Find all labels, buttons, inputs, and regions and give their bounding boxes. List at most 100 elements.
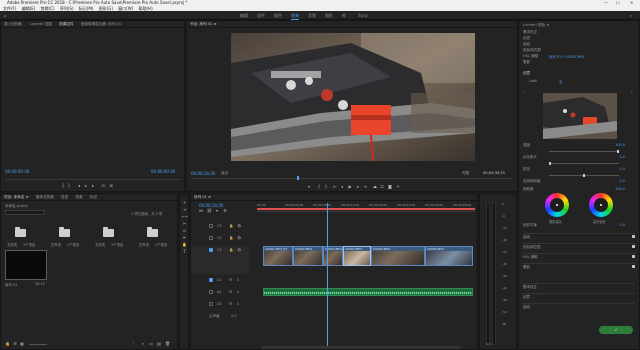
mute-button[interactable]: M bbox=[229, 290, 232, 294]
intensity-slider[interactable] bbox=[549, 150, 619, 153]
source-patch-toggle[interactable] bbox=[209, 278, 213, 282]
list-item[interactable]: 文件夹 1个项目 bbox=[139, 226, 173, 252]
source-patch-toggle[interactable] bbox=[209, 236, 213, 240]
search-icon[interactable]: ⌕ bbox=[630, 13, 632, 18]
home-icon[interactable]: ⌂ bbox=[4, 13, 7, 18]
export-frame-icon[interactable]: ◙ bbox=[388, 185, 392, 189]
new-bin-icon[interactable]: ▭ bbox=[149, 342, 153, 346]
section-enable-checkbox[interactable] bbox=[632, 235, 635, 238]
play-icon[interactable]: ▸ bbox=[84, 184, 88, 188]
mute-button[interactable]: M bbox=[229, 278, 232, 282]
go-to-in-icon[interactable]: ⇤ bbox=[333, 185, 337, 189]
track-label[interactable]: A1 bbox=[217, 278, 222, 282]
video-clip[interactable]: C0003.MP4 bbox=[323, 246, 343, 266]
ripple-edit-tool-icon[interactable]: ⟷ bbox=[182, 214, 188, 219]
workspace-tab-assembly[interactable]: 组件 bbox=[257, 13, 265, 19]
wheel-center-point[interactable] bbox=[600, 204, 602, 206]
selection-tool-icon[interactable]: ➤ bbox=[182, 200, 187, 205]
section-header-curves[interactable]: 曲线 bbox=[523, 233, 635, 239]
look-preview-image[interactable] bbox=[543, 93, 617, 139]
shadow-tint-wheel[interactable] bbox=[545, 193, 569, 217]
clip-name[interactable]: 序列 01 * C0003.MP4 bbox=[549, 54, 584, 59]
lift-icon[interactable]: ⏏ bbox=[373, 185, 377, 189]
icon-view-icon[interactable]: ▦ bbox=[20, 342, 24, 346]
section-header-curves-2[interactable]: 曲线 bbox=[523, 303, 635, 309]
track-area[interactable]: C0001.MP4 [V] C0002.MP4 C0003.MP4 C0004.… bbox=[257, 203, 475, 346]
source-patch-toggle[interactable] bbox=[209, 290, 213, 294]
tab-effect-controls[interactable]: 效果控件 bbox=[59, 22, 73, 27]
track-label[interactable]: A2 bbox=[217, 290, 222, 294]
slider-knob[interactable] bbox=[583, 174, 585, 177]
master-volume[interactable]: 0.0 bbox=[231, 314, 237, 318]
workspace-tab-libraries[interactable]: 库 bbox=[342, 13, 346, 19]
eye-icon[interactable]: 👁 bbox=[237, 248, 241, 252]
timeline-playhead[interactable] bbox=[327, 203, 328, 346]
source-patch-toggle[interactable] bbox=[209, 224, 213, 228]
workspace-tab-audio[interactable]: 音频 bbox=[308, 13, 316, 19]
go-to-out-icon[interactable]: ⇥ bbox=[363, 185, 367, 189]
type-tool-icon[interactable]: T bbox=[182, 249, 187, 254]
play-icon[interactable]: ▶ bbox=[348, 185, 352, 189]
program-scrub-bar[interactable] bbox=[191, 178, 513, 179]
video-clip[interactable]: C0001.MP4 [V] bbox=[263, 246, 293, 266]
list-item[interactable]: 文件夹 1个项目 bbox=[7, 226, 35, 252]
solo-button[interactable]: S bbox=[237, 302, 239, 306]
pen-tool-icon[interactable]: ✒ bbox=[182, 235, 187, 240]
video-clip[interactable]: C0005.MP4 bbox=[371, 246, 425, 266]
add-marker-icon[interactable]: ▾ bbox=[215, 209, 219, 213]
snap-icon[interactable]: ⋈ bbox=[199, 209, 203, 213]
step-back-icon[interactable]: ◂ bbox=[77, 184, 81, 188]
slider-knob[interactable] bbox=[617, 150, 619, 153]
field-value[interactable]: 100.0 bbox=[615, 187, 625, 191]
tab-markers[interactable]: 标记 bbox=[90, 195, 97, 200]
look-dropdown[interactable]: 无 bbox=[559, 79, 562, 84]
workspace-tab-effects[interactable]: 效果 bbox=[291, 13, 299, 20]
clear-icon[interactable]: 🗑 bbox=[165, 342, 170, 346]
step-back-icon[interactable]: ◂ bbox=[340, 185, 344, 189]
field-value[interactable]: 0.0 bbox=[619, 155, 625, 159]
quality-dropdown[interactable]: 完整 bbox=[462, 171, 469, 176]
tab-info[interactable]: 信息 bbox=[61, 195, 68, 200]
section-header-creative-2[interactable]: 创意 bbox=[523, 293, 635, 299]
status-badge[interactable]: ✓ bbox=[599, 326, 633, 334]
track-label[interactable]: A3 bbox=[217, 302, 222, 306]
workspace-tab-graphics[interactable]: 图形 bbox=[325, 13, 333, 19]
extract-icon[interactable]: ⏍ bbox=[380, 185, 384, 189]
video-clip[interactable]: C0004.MP4 bbox=[343, 246, 371, 266]
workspace-tab-sony[interactable]: Sony bbox=[358, 13, 368, 18]
highlight-tint-wheel[interactable] bbox=[589, 193, 613, 217]
list-view-icon[interactable]: ☰ bbox=[13, 342, 17, 346]
mark-out-icon[interactable]: } bbox=[67, 184, 71, 188]
mute-button[interactable]: M bbox=[229, 302, 232, 306]
program-timecode[interactable]: 00;00;16;00 bbox=[191, 171, 215, 176]
track-label[interactable]: V1 bbox=[217, 248, 222, 252]
list-item[interactable]: 文件夹 1个项目 bbox=[51, 226, 79, 252]
step-forward-icon[interactable]: ▸ bbox=[91, 184, 95, 188]
faded-film-slider[interactable] bbox=[549, 162, 619, 165]
work-area-bar[interactable] bbox=[257, 208, 475, 210]
lumetri-section-link[interactable]: 创意 bbox=[523, 36, 530, 41]
mark-in-icon[interactable]: { bbox=[317, 185, 321, 189]
section-header-creative[interactable]: 创意 bbox=[523, 71, 530, 76]
wrench-icon[interactable]: ⚙ bbox=[223, 209, 227, 213]
source-timecode-left[interactable]: 00:00:00:00 bbox=[5, 169, 29, 174]
lumetri-section-link[interactable]: 晕影 bbox=[523, 60, 530, 65]
section-enable-checkbox[interactable] bbox=[632, 245, 635, 248]
section-header-hsl[interactable]: HSL 辅助 bbox=[523, 253, 635, 259]
program-video-frame[interactable] bbox=[231, 33, 475, 161]
section-header-vignette[interactable]: 晕影 bbox=[523, 263, 635, 269]
tab-lumetri-scopes[interactable]: Lumetri 范围 bbox=[30, 22, 52, 27]
tab-project[interactable]: 项目: 未命名 ≡ bbox=[4, 195, 28, 200]
marker-icon[interactable]: ▾ bbox=[307, 185, 311, 189]
source-patch-toggle[interactable] bbox=[209, 248, 213, 252]
insert-icon[interactable]: ⊡ bbox=[101, 184, 105, 188]
timeline-zoom-scrollbar[interactable] bbox=[261, 346, 461, 349]
look-prev-icon[interactable]: ‹ bbox=[523, 89, 525, 94]
fit-dropdown[interactable]: 适合 bbox=[221, 171, 228, 176]
project-search-input[interactable] bbox=[5, 210, 45, 215]
tab-program[interactable]: 节目: 序列 01 ≡ bbox=[190, 22, 217, 27]
eye-icon[interactable]: 👁 bbox=[237, 224, 241, 228]
slip-tool-icon[interactable]: ⇔ bbox=[182, 228, 187, 233]
time-ruler[interactable]: 00;00 00;00;04;00 00;00;08;00 00;00;12;0… bbox=[257, 203, 475, 212]
lumetri-section-link[interactable]: 曲线 bbox=[523, 42, 530, 47]
